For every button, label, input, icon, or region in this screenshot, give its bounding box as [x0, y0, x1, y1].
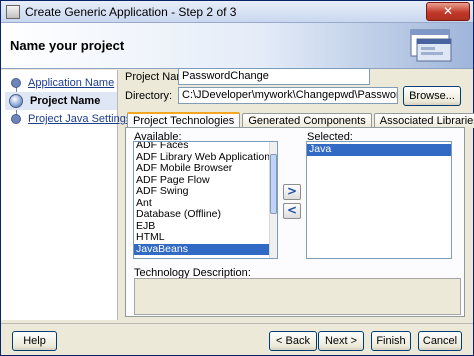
directory-label: Directory: [125, 90, 173, 102]
current-step-icon [9, 94, 23, 108]
tab-associated-libraries[interactable]: Associated Libraries [373, 113, 474, 128]
back-button[interactable]: < Back [269, 331, 317, 351]
available-list-item[interactable]: ADF Swing [134, 185, 277, 198]
page-title: Name your project [10, 38, 125, 53]
wizard-steps-nav: Application Name Project Name Project Ja… [1, 70, 131, 320]
add-technology-button[interactable]: > [283, 184, 301, 200]
browse-button[interactable]: Browse... [403, 86, 461, 106]
tab-generated-components[interactable]: Generated Components [242, 113, 372, 128]
step-dot-icon [11, 78, 21, 88]
close-button[interactable]: ✕ [426, 2, 470, 21]
selected-list-item[interactable]: Java [307, 143, 451, 156]
remove-technology-button[interactable]: < [283, 203, 301, 219]
nav-item-project-java-settings[interactable]: Project Java Settings [5, 110, 131, 128]
nav-item-label: Project Java Settings [28, 113, 132, 125]
available-list-item[interactable]: Database (Offline) [134, 208, 277, 221]
available-list[interactable]: ADF FacesADF Library Web Application Sup… [133, 141, 278, 259]
finish-button[interactable]: Finish [371, 331, 411, 351]
wizard-window: Create Generic Application - Step 2 of 3… [0, 0, 474, 356]
cancel-button[interactable]: Cancel [418, 331, 462, 351]
wizard-header: Name your project [1, 23, 473, 69]
available-list-item[interactable]: JavaBeans [134, 243, 277, 255]
available-list-item[interactable]: ADF Mobile Browser [134, 162, 277, 175]
wizard-windows-icon [410, 29, 452, 62]
available-list-item[interactable]: ADF Faces [134, 142, 277, 152]
chevron-left-icon: < [286, 203, 298, 217]
scrollbar-thumb[interactable] [270, 154, 277, 214]
app-icon [6, 5, 20, 19]
help-button[interactable]: Help [12, 331, 57, 351]
nav-item-application-name[interactable]: Application Name [5, 74, 117, 92]
tab-strip: Project Technologies Generated Component… [127, 112, 474, 129]
project-name-input[interactable]: PasswordChange [178, 68, 370, 85]
nav-item-label: Project Name [30, 95, 101, 107]
window-title: Create Generic Application - Step 2 of 3 [25, 5, 237, 19]
nav-item-project-name[interactable]: Project Name [5, 92, 117, 110]
available-list-item[interactable]: HTML [134, 231, 277, 244]
footer-divider [1, 323, 473, 324]
directory-input[interactable]: C:\JDeveloper\mywork\Changepwd\PasswordC… [178, 87, 398, 104]
nav-item-label: Application Name [28, 77, 115, 89]
step-dot-icon [11, 114, 21, 124]
title-bar[interactable]: Create Generic Application - Step 2 of 3… [1, 1, 473, 23]
available-list-scrollbar[interactable] [269, 142, 277, 258]
chevron-right-icon: > [286, 184, 298, 198]
next-button[interactable]: Next > [318, 331, 364, 351]
technology-description-area [134, 278, 461, 315]
selected-list[interactable]: Java [306, 141, 452, 259]
